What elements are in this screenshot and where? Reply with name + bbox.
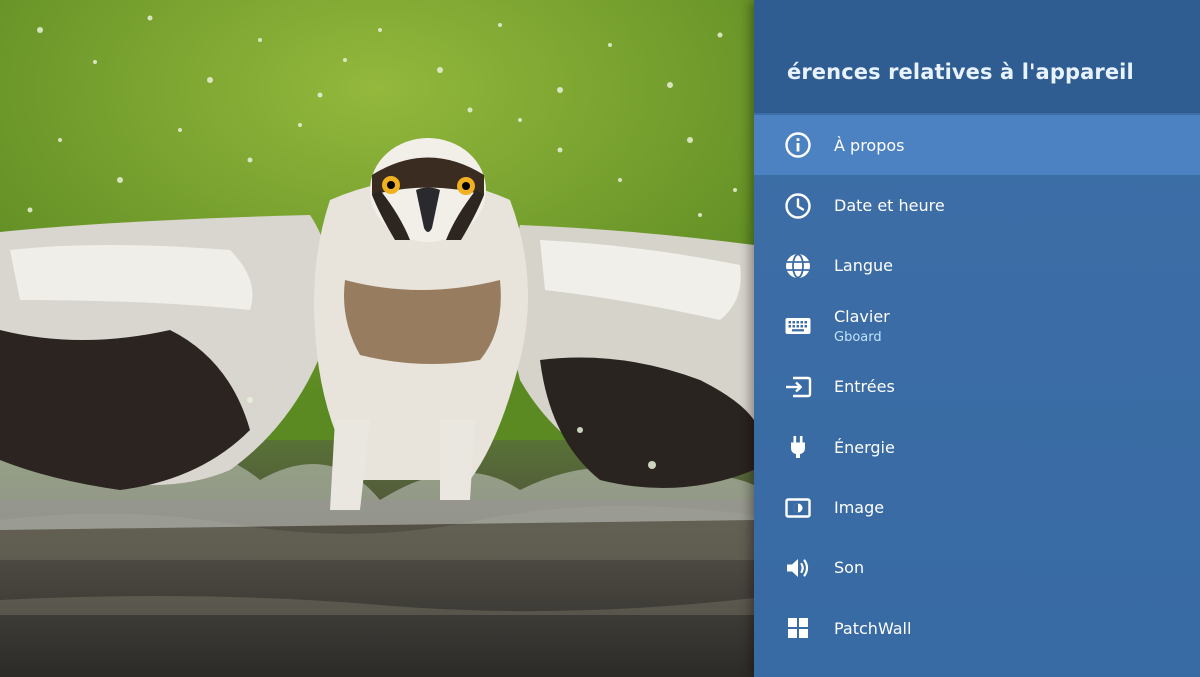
- power-plug-icon: [783, 432, 813, 462]
- menu-item-label: Image: [834, 498, 885, 518]
- menu-item-inputs[interactable]: Entrées: [754, 357, 1200, 417]
- panel-title: érences relatives à l'appareil: [787, 60, 1134, 84]
- panel-header: érences relatives à l'appareil: [754, 0, 1200, 113]
- menu-item-label: Langue: [834, 256, 893, 276]
- keyboard-icon: [783, 311, 813, 341]
- clock-icon: [783, 191, 813, 221]
- menu-item-label: Énergie: [834, 437, 895, 457]
- picture-icon: [783, 493, 813, 523]
- settings-menu: À propos Date et heure Langue Clavier Gb…: [754, 115, 1200, 659]
- menu-item-sound[interactable]: Son: [754, 538, 1200, 598]
- menu-item-about[interactable]: À propos: [754, 115, 1200, 176]
- menu-item-label: PatchWall: [834, 618, 912, 638]
- input-icon: [783, 372, 813, 402]
- speaker-icon: [783, 553, 813, 583]
- menu-item-power[interactable]: Énergie: [754, 417, 1200, 477]
- info-icon: [783, 130, 813, 160]
- menu-item-label: Son: [834, 558, 865, 578]
- menu-item-label: Clavier: [834, 307, 890, 327]
- menu-item-sublabel: Gboard: [834, 330, 882, 346]
- settings-panel: érences relatives à l'appareil À propos: [754, 0, 1200, 677]
- globe-icon: [783, 251, 813, 281]
- menu-item-patchwall[interactable]: PatchWall: [754, 598, 1200, 658]
- tv-screen: érences relatives à l'appareil À propos: [0, 0, 1200, 677]
- menu-item-date-time[interactable]: Date et heure: [754, 175, 1200, 235]
- menu-item-language[interactable]: Langue: [754, 236, 1200, 296]
- osprey-illustration: [0, 0, 754, 677]
- menu-item-label: Date et heure: [834, 196, 945, 216]
- menu-item-label: À propos: [834, 135, 905, 155]
- background-photo: [0, 0, 754, 677]
- menu-item-picture[interactable]: Image: [754, 477, 1200, 537]
- patchwall-icon: [783, 613, 813, 643]
- menu-item-label: Entrées: [834, 377, 895, 397]
- menu-item-keyboard[interactable]: Clavier Gboard: [754, 296, 1200, 356]
